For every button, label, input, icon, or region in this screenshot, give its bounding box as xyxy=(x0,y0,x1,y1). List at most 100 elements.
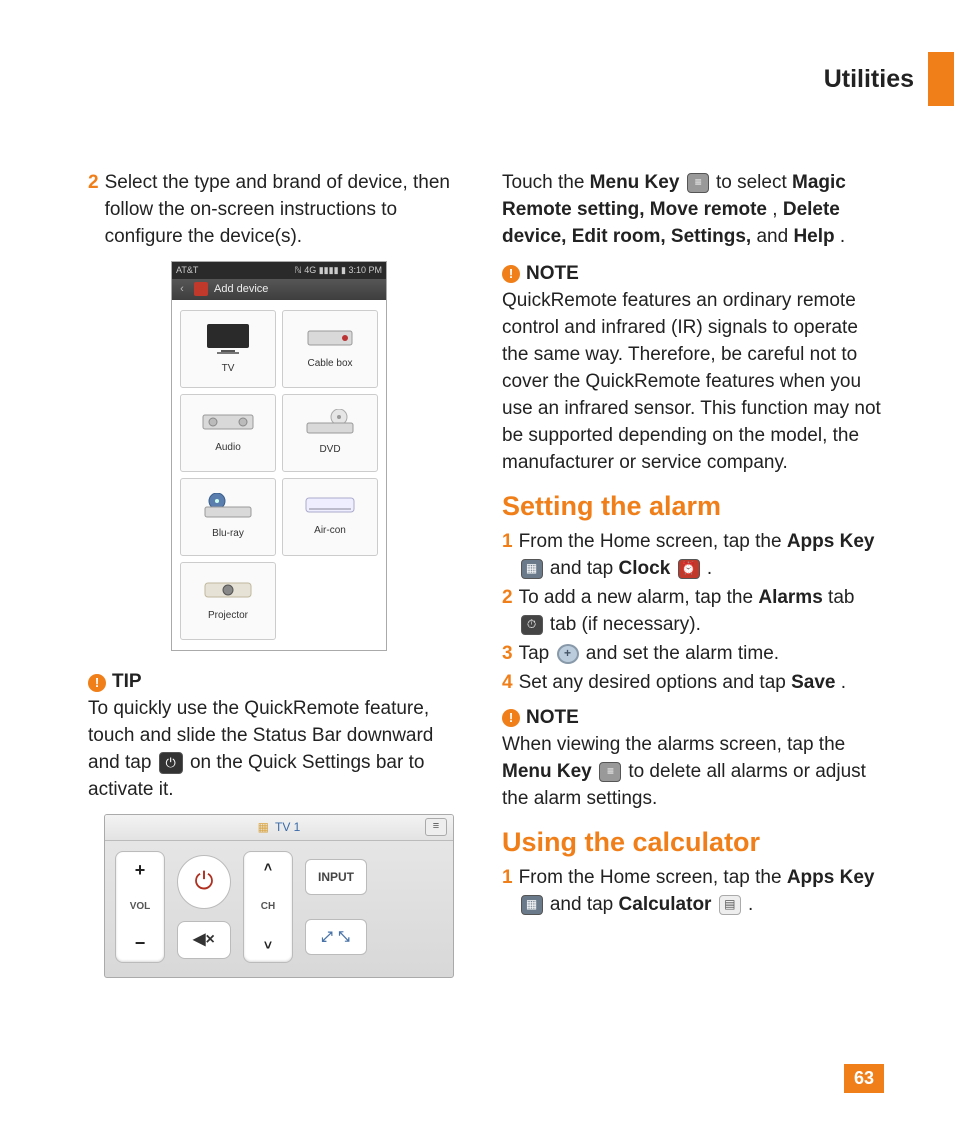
step-number: 3 xyxy=(502,641,513,668)
note2-paragraph: When viewing the alarms screen, tap the … xyxy=(502,732,884,813)
left-column: 2 Select the type and brand of device, t… xyxy=(88,170,470,978)
device-label: DVD xyxy=(319,443,340,457)
text: and set the alarm time. xyxy=(586,643,779,664)
input-button: INPUT xyxy=(305,859,367,895)
apps-key-icon: ▦ xyxy=(521,895,543,915)
device-label: TV xyxy=(222,362,235,376)
vol-label: VOL xyxy=(130,900,151,914)
phone-title-row: ‹ Add device xyxy=(172,279,386,301)
text-bold: Menu Key xyxy=(590,172,680,193)
text-bold: Apps Key xyxy=(787,867,875,888)
remote-app-icon xyxy=(194,282,208,296)
phone-status-bar: AT&T ℕ 4G ▮▮▮▮ ▮ 3:10 PM xyxy=(172,262,386,279)
remote-body: + VOL − ⏻ ◀× ˄ CH ˅ INPUT ⤢ ⤡ xyxy=(105,841,453,977)
header-orange-bar xyxy=(928,52,954,106)
text: and xyxy=(756,226,793,247)
device-label: Cable box xyxy=(307,357,352,371)
remote-power-button: ⏻ xyxy=(177,855,231,909)
step-number: 1 xyxy=(502,529,513,583)
ch-up-icon: ˄ xyxy=(264,858,272,878)
device-aircon: Air-con xyxy=(282,478,378,556)
apps-key-icon: ▦ xyxy=(521,559,543,579)
remote-title: TV 1 xyxy=(275,819,300,836)
text-bold: Calculator xyxy=(619,894,712,915)
step-number: 4 xyxy=(502,670,513,697)
text: When viewing the alarms screen, tap the xyxy=(502,734,845,755)
menu-key-icon: ≡ xyxy=(599,762,621,782)
volume-rocker: + VOL − xyxy=(115,851,165,963)
step-2: 2 Select the type and brand of device, t… xyxy=(88,170,470,251)
text: To add a new alarm, tap the xyxy=(519,587,759,608)
text: tab (if necessary). xyxy=(550,614,701,635)
vol-down-icon: − xyxy=(135,931,146,957)
right-column: Touch the Menu Key ≡ to select Magic Rem… xyxy=(502,170,884,978)
tv-icon xyxy=(203,322,253,356)
text: . xyxy=(748,894,753,915)
text: tab xyxy=(828,587,854,608)
remote-side: INPUT ⤢ ⤡ xyxy=(305,859,367,955)
bluray-icon xyxy=(201,493,255,521)
plus-icon: + xyxy=(557,644,579,664)
device-bluray: Blu-ray xyxy=(180,478,276,556)
text: Set any desired options and tap xyxy=(519,672,792,693)
alarm-step-4: 4 Set any desired options and tap Save . xyxy=(502,670,884,697)
power-icon: ⏻ xyxy=(159,752,183,774)
text-bold: Menu Key xyxy=(502,761,592,782)
alarm-step-1: 1 From the Home screen, tap the Apps Key… xyxy=(502,529,884,583)
exclaim-icon: ! xyxy=(88,674,106,692)
text: . xyxy=(840,226,845,247)
heading-setting-alarm: Setting the alarm xyxy=(502,487,884,525)
note2-label: NOTE xyxy=(526,705,579,732)
device-cablebox: Cable box xyxy=(282,310,378,388)
tip-heading: ! TIP xyxy=(88,669,142,696)
header-title: Utilities xyxy=(824,65,914,94)
step-body: From the Home screen, tap the Apps Key ▦… xyxy=(519,865,884,919)
note2-heading: ! NOTE xyxy=(502,705,579,732)
screenshot-remote-bar: ▦ TV 1 ≡ + VOL − ⏻ ◀× ˄ CH ˅ xyxy=(104,814,454,978)
remote-tv-icon: ▦ xyxy=(258,819,269,836)
tip-paragraph: To quickly use the QuickRemote feature, … xyxy=(88,696,470,804)
clock-icon: ⏰ xyxy=(678,559,700,579)
calc-step-1: 1 From the Home screen, tap the Apps Key… xyxy=(502,865,884,919)
text: From the Home screen, tap the xyxy=(519,867,787,888)
step-body: Set any desired options and tap Save . xyxy=(519,670,884,697)
remote-mute-button: ◀× xyxy=(177,921,231,959)
step-body: From the Home screen, tap the Apps Key ▦… xyxy=(519,529,884,583)
device-label: Air-con xyxy=(314,524,346,538)
note1-text: QuickRemote features an ordinary remote … xyxy=(502,288,884,477)
heading-using-calculator: Using the calculator xyxy=(502,823,884,861)
text: Touch the xyxy=(502,172,590,193)
vol-up-icon: + xyxy=(135,858,146,884)
text: . xyxy=(707,558,712,579)
screenshot-add-device: AT&T ℕ 4G ▮▮▮▮ ▮ 3:10 PM ‹ Add device TV xyxy=(171,261,387,651)
menu-paragraph: Touch the Menu Key ≡ to select Magic Rem… xyxy=(502,170,884,251)
page-header: Utilities xyxy=(824,52,954,106)
text-bold: Alarms xyxy=(758,587,822,608)
text: , xyxy=(772,199,783,220)
audio-icon xyxy=(201,411,255,435)
tip-label: TIP xyxy=(112,669,142,696)
dvd-icon xyxy=(303,409,357,437)
remote-title-bar: ▦ TV 1 ≡ xyxy=(105,815,453,841)
alarm-step-2: 2 To add a new alarm, tap the Alarms tab… xyxy=(502,585,884,639)
device-label: Blu-ray xyxy=(212,527,244,541)
text-bold: Apps Key xyxy=(787,531,875,552)
text-bold: Clock xyxy=(619,558,671,579)
text-bold: Help xyxy=(793,226,834,247)
calculator-icon: ▤ xyxy=(719,895,741,915)
remote-center: ⏻ ◀× xyxy=(177,855,231,959)
text-bold: Save xyxy=(791,672,835,693)
device-audio: Audio xyxy=(180,394,276,472)
text: . xyxy=(841,672,846,693)
step-text: Select the type and brand of device, the… xyxy=(105,170,470,251)
ch-down-icon: ˅ xyxy=(264,936,272,956)
device-dvd: DVD xyxy=(282,394,378,472)
page-number: 63 xyxy=(844,1064,884,1093)
device-label: Projector xyxy=(208,609,248,623)
alarm-step-3: 3 Tap + and set the alarm time. xyxy=(502,641,884,668)
text: Tap xyxy=(519,643,555,664)
note1-label: NOTE xyxy=(526,261,579,288)
note1-heading: ! NOTE xyxy=(502,261,579,288)
phone-title: Add device xyxy=(214,282,268,298)
back-icon: ‹ xyxy=(176,282,188,298)
